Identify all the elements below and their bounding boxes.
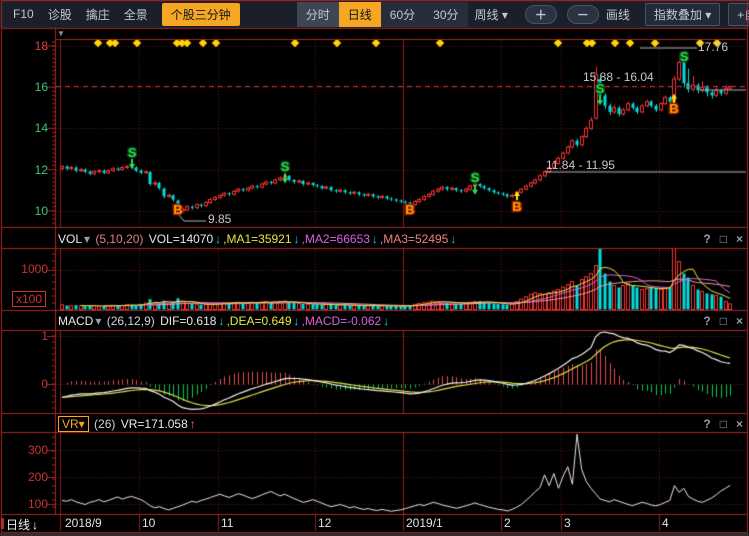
down-arrow-icon: ↓: [372, 232, 378, 246]
volume-scale-label: x100: [12, 291, 46, 307]
help-icon[interactable]: ?: [703, 417, 710, 431]
maximize-icon[interactable]: □: [720, 417, 727, 431]
price-label: 14: [0, 121, 48, 135]
time-axis: 日线↓ 2018/9 10 11 12 2019/1 2 3 4: [0, 515, 749, 532]
price-label: 18: [0, 39, 48, 53]
up-arrow-icon: ↑: [190, 417, 196, 431]
price-label: 10: [0, 204, 48, 218]
vol-indicator-label[interactable]: VOL: [58, 232, 82, 246]
vol-header-values: VOL▾ (5,10,20) VOL=14070↓,MA1=35921↓,MA2…: [58, 232, 458, 246]
vol-ma3-value: ,MA3=52495: [380, 232, 448, 246]
macd-value: ,MACD=-0.062: [302, 314, 382, 328]
macd-panel-header: MACD▾ (26,12,9) DIF=0.618↓,DEA=0.649↓,MA…: [58, 312, 743, 330]
vr-header-icons: ? □ ×: [694, 417, 743, 431]
maximize-icon[interactable]: □: [720, 314, 727, 328]
macd-header-icons: ? □ ×: [694, 314, 743, 328]
vr-header-values: VR▾ (26) VR=171.058↑: [58, 417, 198, 431]
label: 10: [142, 516, 155, 530]
label: 2018/9: [65, 516, 102, 530]
down-arrow-icon: ↓: [218, 314, 224, 328]
y-axis-labels: 1816141210100010300200100: [0, 0, 48, 536]
vol-ma2-value: ,MA2=66653: [302, 232, 370, 246]
maximize-icon[interactable]: □: [720, 232, 727, 246]
down-arrow-icon: ↓: [383, 314, 389, 328]
close-icon[interactable]: ×: [736, 417, 743, 431]
vol-dropdown-icon[interactable]: ▾: [84, 232, 90, 246]
vr-panel-header: VR▾ (26) VR=171.058↑ ? □ ×: [58, 415, 743, 433]
vr-params: (26): [91, 417, 119, 431]
macd-dropdown-icon[interactable]: ▾: [95, 314, 101, 328]
axis-corner-mark: [1, 518, 4, 529]
macd-params: (26,12,9): [103, 314, 158, 328]
period-down-arrow-icon: ↓: [32, 518, 38, 532]
vr-label: 200: [0, 470, 48, 484]
vol-header-icons: ? □ ×: [694, 232, 743, 246]
volume-label: 1000: [0, 262, 48, 276]
macd-label: 1: [0, 329, 48, 343]
label: 2: [504, 516, 511, 530]
period-label[interactable]: 日线↓: [6, 516, 38, 533]
dea-value: ,DEA=0.649: [226, 314, 291, 328]
down-arrow-icon: ↓: [294, 314, 300, 328]
help-icon[interactable]: ?: [703, 232, 710, 246]
macd-header-values: MACD▾ (26,12,9) DIF=0.618↓,DEA=0.649↓,MA…: [58, 314, 391, 328]
vol-panel-header: VOL▾ (5,10,20) VOL=14070↓,MA1=35921↓,MA2…: [58, 230, 743, 248]
help-icon[interactable]: ?: [703, 314, 710, 328]
macd-label: 0: [0, 377, 48, 391]
chart-canvas[interactable]: [0, 0, 749, 536]
vr-label: 100: [0, 497, 48, 511]
vr-label: 300: [0, 443, 48, 457]
vr-indicator-label[interactable]: VR▾: [58, 416, 89, 432]
vol-params: (5,10,20): [92, 232, 147, 246]
close-icon[interactable]: ×: [736, 314, 743, 328]
label: 3: [564, 516, 571, 530]
close-icon[interactable]: ×: [736, 232, 743, 246]
vol-value: VOL=14070: [149, 232, 213, 246]
macd-indicator-label[interactable]: MACD: [58, 314, 93, 328]
vr-value: VR=171.058: [121, 417, 188, 431]
label: 11: [221, 516, 233, 530]
dif-value: DIF=0.618: [160, 314, 216, 328]
down-arrow-icon: ↓: [215, 232, 221, 246]
down-arrow-icon: ↓: [294, 232, 300, 246]
price-label: 12: [0, 163, 48, 177]
label: 4: [662, 516, 669, 530]
down-arrow-icon: ↓: [450, 232, 456, 246]
vol-ma1-value: ,MA1=35921: [223, 232, 291, 246]
chart-dropdown-icon[interactable]: ▼: [57, 29, 65, 38]
price-label: 16: [0, 80, 48, 94]
label: 2019/1: [406, 516, 443, 530]
label: 12: [318, 516, 331, 530]
